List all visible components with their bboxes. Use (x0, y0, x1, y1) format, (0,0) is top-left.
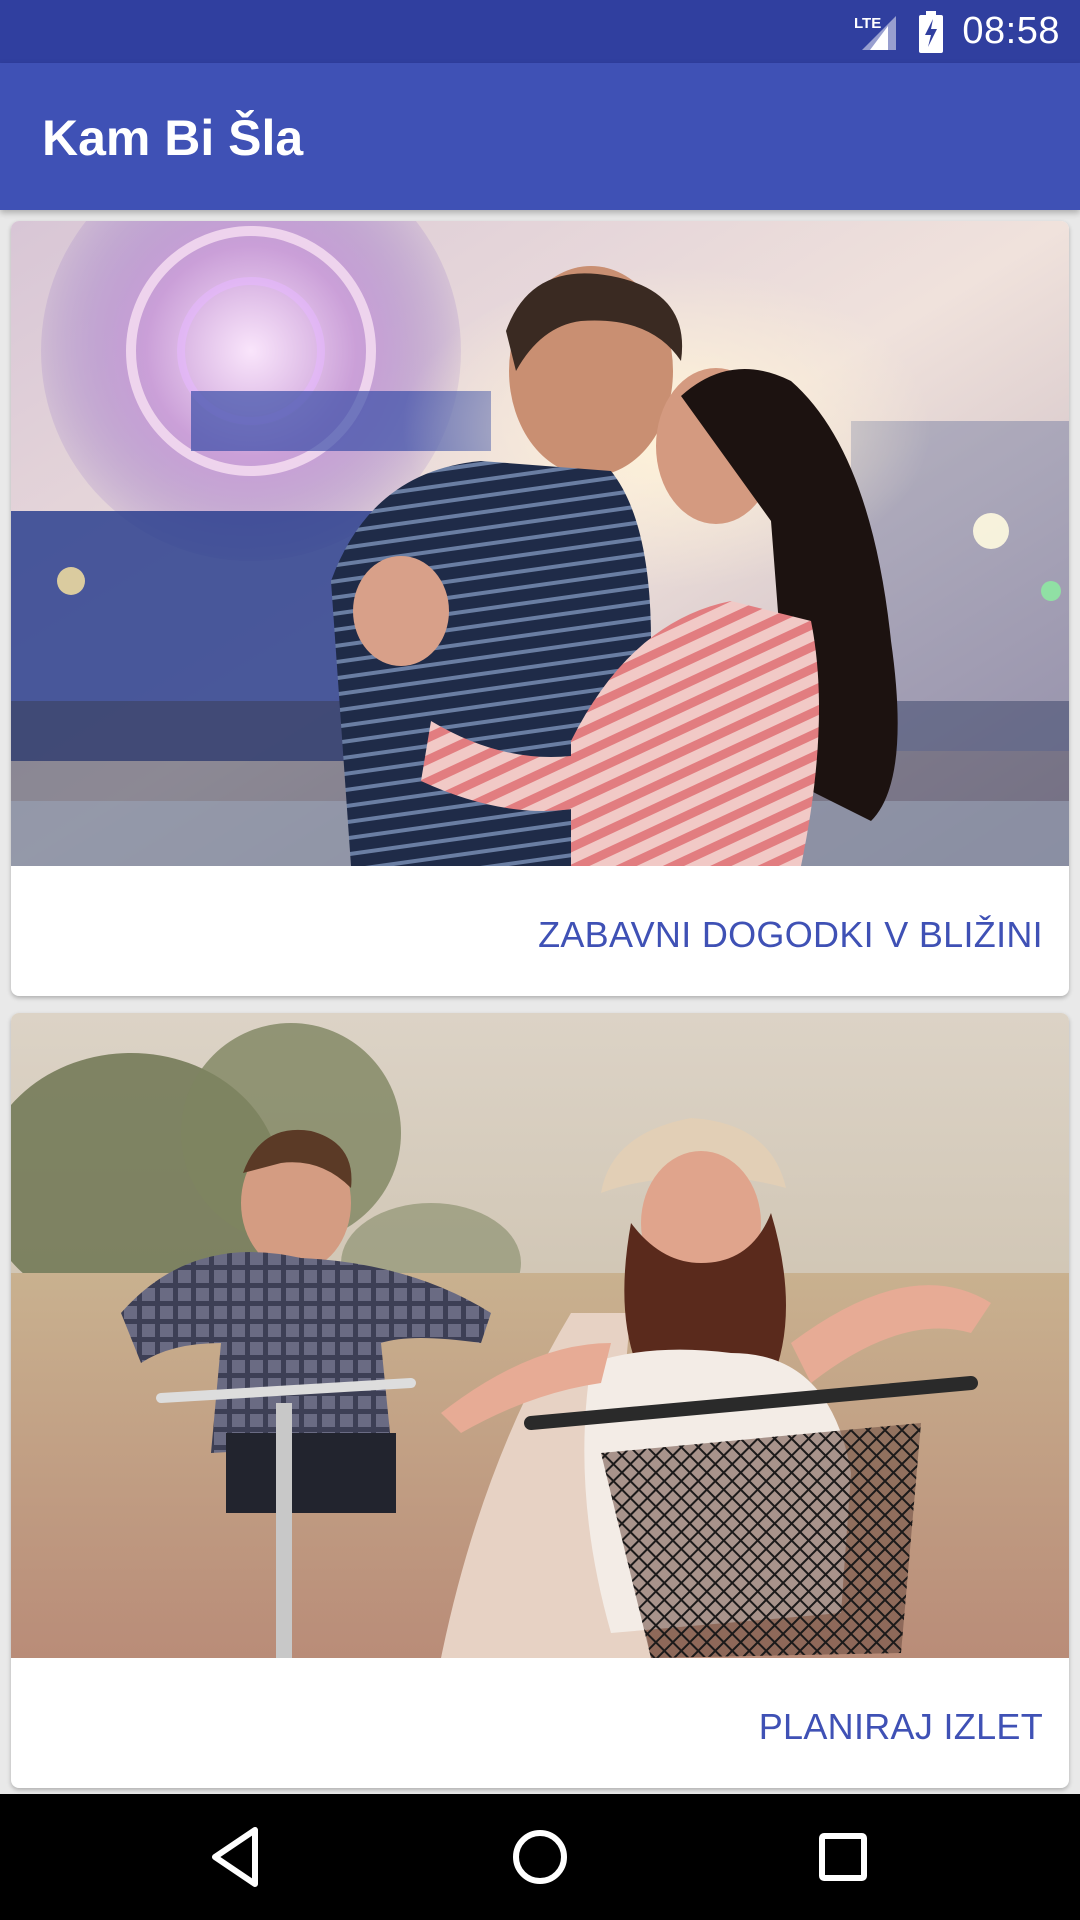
trip-card[interactable]: PLANIRAJ IZLET (11, 1013, 1069, 1788)
lte-signal-icon: LTE (854, 15, 897, 50)
status-bar: LTE 08:58 (0, 0, 1080, 63)
navigation-bar (0, 1794, 1080, 1920)
home-icon[interactable] (505, 1822, 575, 1892)
plan-trip-button[interactable]: PLANIRAJ IZLET (759, 1706, 1043, 1748)
app-title: Kam Bi Šla (42, 110, 304, 166)
events-card[interactable]: ZABAVNI DOGODKI V BLIŽINI (11, 221, 1069, 996)
nearby-events-button[interactable]: ZABAVNI DOGODKI V BLIŽINI (538, 914, 1043, 956)
status-icons: LTE 08:58 (852, 0, 1060, 63)
app-bar: Kam Bi Šla (0, 63, 1080, 210)
status-time: 08:58 (962, 10, 1060, 52)
battery-charging-icon (919, 10, 944, 53)
back-icon[interactable] (201, 1822, 271, 1892)
couple-riding-bicycles-photo (11, 1013, 1069, 1658)
recents-icon[interactable] (808, 1822, 878, 1892)
network-label: LTE (854, 15, 881, 32)
couple-embrace-at-fair-photo (11, 221, 1069, 866)
